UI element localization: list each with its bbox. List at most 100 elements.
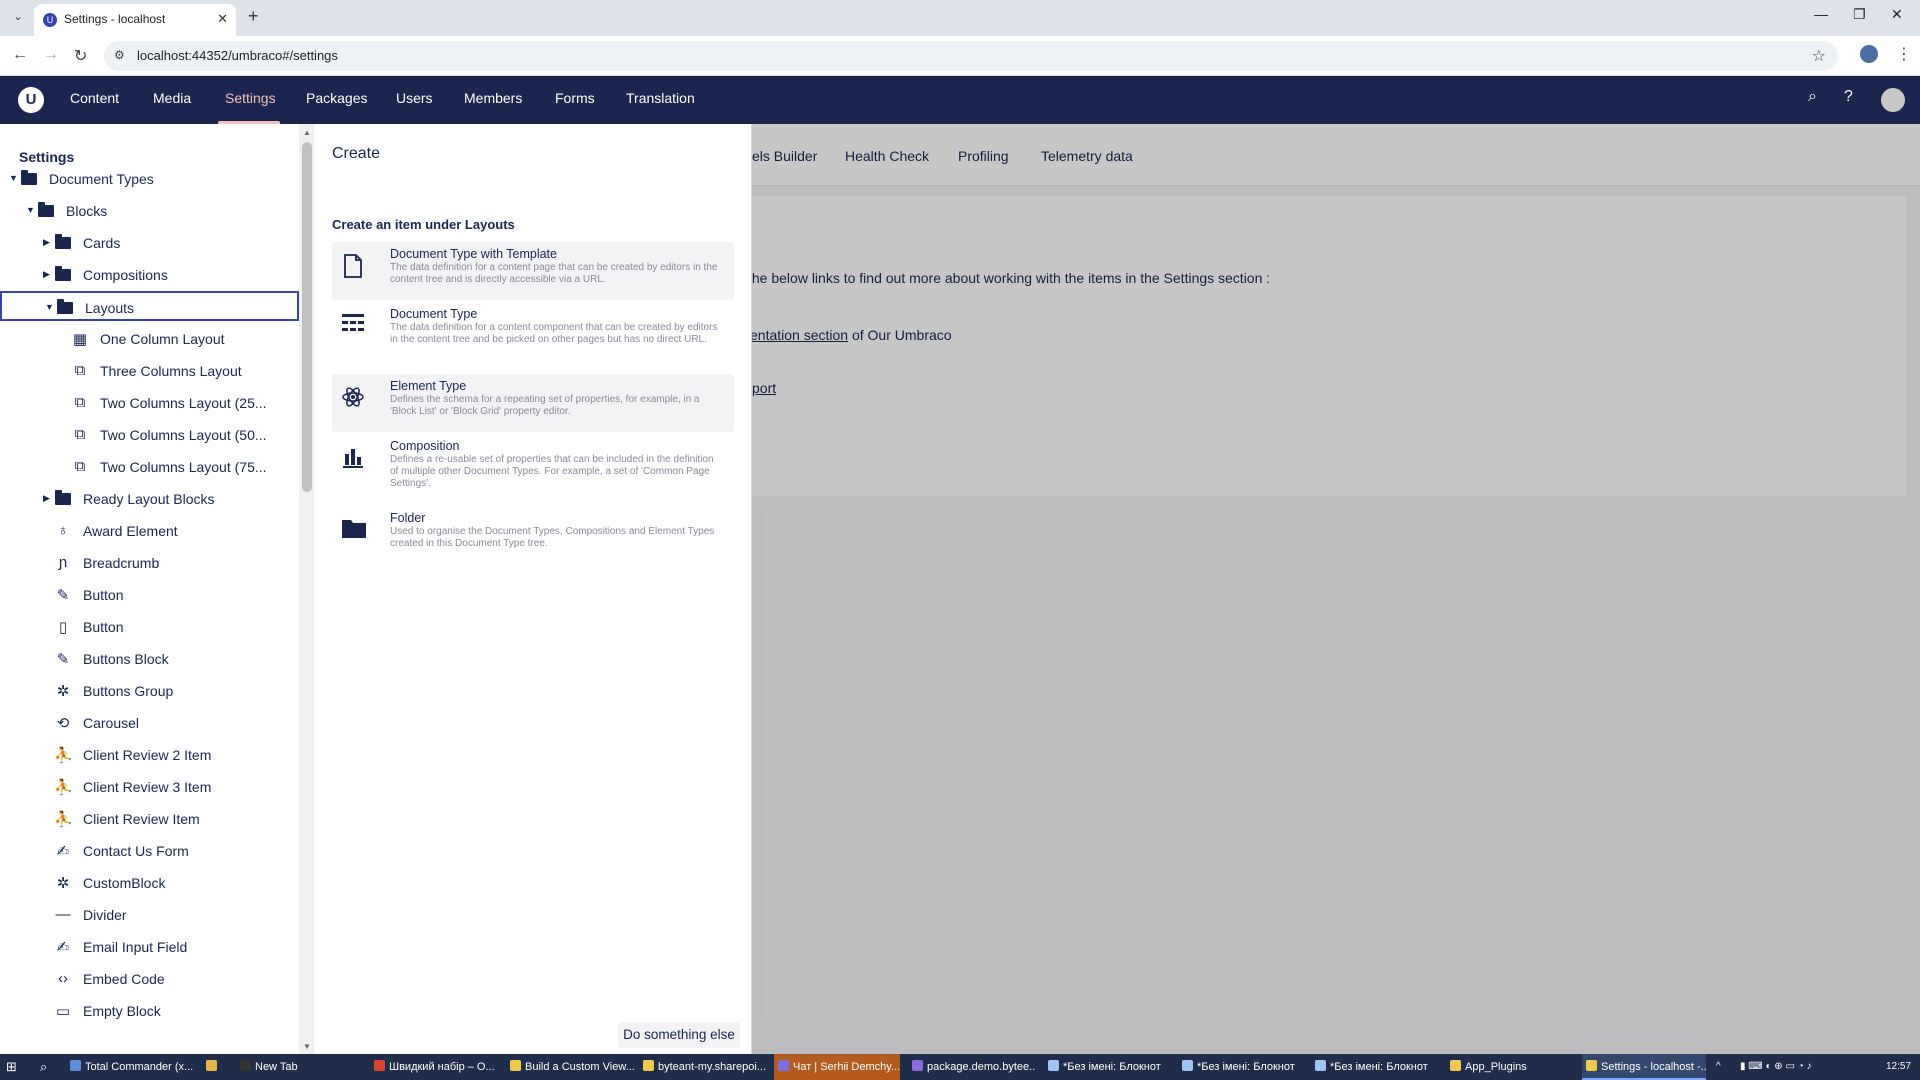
section-media[interactable]: Media — [153, 90, 191, 106]
taskbar-item[interactable]: Чат | Serhii Demchy... — [774, 1054, 900, 1080]
close-window-icon[interactable]: ✕ — [1891, 6, 1903, 23]
tree-item[interactable]: ⛹ Client Review 2 Item — [0, 740, 300, 770]
taskbar-item-label: App_Plugins — [1465, 1061, 1527, 1073]
taskbar-item[interactable]: package.demo.bytee... — [912, 1054, 1036, 1080]
tree-item[interactable]: ✎ Button — [0, 580, 300, 610]
tree-item[interactable]: ♁ Award Element — [0, 516, 300, 546]
clock[interactable]: 12:57 — [1886, 1054, 1911, 1080]
create-folder[interactable]: Folder Used to organise the Document Typ… — [332, 506, 734, 562]
tree-item[interactable]: ▭ Empty Block — [0, 996, 300, 1026]
atom-icon: ✲ — [56, 683, 70, 700]
tree-item[interactable]: ⟲ Carousel — [0, 708, 300, 738]
tab-list-icon[interactable]: ⌄ — [8, 7, 28, 27]
tree-item-label: Document Types — [49, 171, 154, 187]
taskbar-item[interactable]: byteant-my.sharepoi... — [643, 1054, 767, 1080]
tree-item[interactable]: ⛹ Client Review Item — [0, 804, 300, 834]
tray-chevron-icon[interactable]: ^ — [1716, 1054, 1721, 1080]
overlay-backdrop[interactable] — [752, 124, 1920, 1054]
tree-item[interactable]: ▶ Cards — [0, 228, 300, 258]
tree-item[interactable]: ▼ Blocks — [0, 196, 300, 226]
section-members[interactable]: Members — [464, 90, 522, 106]
windows-taskbar: ⊞ ⌕ Total Commander (x... New Tab Швидки… — [0, 1054, 1920, 1080]
section-translation[interactable]: Translation — [626, 90, 695, 106]
tree-item[interactable]: — Divider — [0, 900, 300, 930]
tree-item[interactable]: ✍ Contact Us Form — [0, 836, 300, 866]
tree-item[interactable]: ⧉ Two Columns Layout (50... — [0, 420, 300, 450]
do-something-else-button[interactable]: Do something else — [618, 1022, 740, 1048]
browser-tab[interactable]: U Settings - localhost ✕ — [34, 4, 236, 36]
search-icon[interactable]: ⌕ — [1808, 88, 1817, 106]
taskbar-item[interactable]: Швидкий набір – О... — [374, 1054, 498, 1080]
umbraco-logo-icon[interactable]: U — [18, 87, 44, 113]
restore-icon[interactable]: ❐ — [1853, 6, 1866, 23]
section-packages[interactable]: Packages — [306, 90, 367, 106]
taskbar-item[interactable]: App_Plugins — [1450, 1054, 1574, 1080]
site-info-icon[interactable]: ⚙ — [114, 48, 125, 62]
taskbar-item[interactable]: Settings - localhost -... — [1582, 1054, 1706, 1080]
url-text[interactable]: localhost:44352/umbraco#/settings — [137, 48, 338, 63]
reload-icon[interactable]: ↻ — [74, 46, 87, 66]
back-icon[interactable]: ← — [12, 46, 28, 64]
tree-item[interactable]: ▼ Document Types — [0, 164, 300, 194]
taskbar-item[interactable]: New Tab — [240, 1054, 364, 1080]
caret-right-icon[interactable]: ▶ — [43, 493, 50, 504]
tree-item[interactable]: ▯ Button — [0, 612, 300, 642]
taskbar-item[interactable]: Total Commander (x... — [70, 1054, 194, 1080]
taskbar-item[interactable]: Build a Custom View... — [510, 1054, 634, 1080]
avatar[interactable] — [1881, 88, 1905, 112]
tree-scroll-thumb[interactable] — [302, 142, 312, 492]
caret-right-icon[interactable]: ▶ — [43, 269, 50, 280]
new-tab-icon[interactable]: + — [248, 6, 259, 27]
section-forms[interactable]: Forms — [555, 90, 595, 106]
close-tab-icon[interactable]: ✕ — [217, 11, 228, 27]
taskbar-item[interactable]: *Без імені: Блокнот — [1048, 1054, 1172, 1080]
tree-item[interactable]: ✍ Email Input Field — [0, 932, 300, 962]
tree-item-label: Breadcrumb — [83, 555, 160, 571]
forward-icon[interactable]: → — [43, 46, 59, 64]
calculator-icon: ▦ — [72, 331, 88, 348]
tree-item-label: Email Input Field — [83, 939, 188, 955]
url-field[interactable]: ⚙ localhost:44352/umbraco#/settings ☆ — [104, 41, 1838, 71]
tree-item[interactable]: ✲ CustomBlock — [0, 868, 300, 898]
caret-down-icon[interactable]: ▼ — [9, 173, 18, 183]
tree-item-label: Client Review 3 Item — [83, 779, 212, 795]
minimize-icon[interactable]: — — [1814, 6, 1828, 22]
tree-item[interactable]: ▶ Compositions — [0, 260, 300, 290]
tree-item[interactable]: ‹› Embed Code — [0, 964, 300, 994]
create-document-type[interactable]: Document Type The data definition for a … — [332, 302, 734, 370]
create-document-type-with-template[interactable]: Document Type with Template The data def… — [332, 242, 734, 300]
help-icon[interactable]: ? — [1844, 88, 1853, 106]
tree-heading: Settings — [19, 149, 75, 165]
tree-item[interactable]: ✎ Buttons Block — [0, 644, 300, 674]
bookmark-star-icon[interactable]: ☆ — [1812, 46, 1826, 66]
taskbar-app-icon[interactable] — [206, 1054, 226, 1080]
section-content[interactable]: Content — [70, 90, 119, 106]
scroll-down-arrow-icon[interactable]: ▼ — [303, 1042, 311, 1051]
tree-item[interactable]: ▦ One Column Layout — [0, 324, 300, 354]
caret-down-icon[interactable]: ▼ — [26, 205, 35, 215]
taskbar-search-icon[interactable]: ⌕ — [40, 1054, 60, 1080]
tree-item[interactable]: ⧉ Three Columns Layout — [0, 356, 300, 386]
scroll-up-arrow-icon[interactable]: ▲ — [303, 128, 311, 137]
notepad-icon — [1182, 1060, 1193, 1071]
tree-item[interactable]: ▼ Layouts — [0, 291, 299, 321]
caret-down-icon[interactable]: ▼ — [45, 302, 54, 312]
browser-menu-icon[interactable]: ⋮ — [1896, 44, 1912, 64]
tree-item[interactable]: ▶ Ready Layout Blocks — [0, 484, 300, 514]
taskbar-item[interactable]: *Без імені: Блокнот — [1315, 1054, 1439, 1080]
tree-item-label: Client Review Item — [83, 811, 200, 827]
create-element-type[interactable]: Element Type Defines the schema for a re… — [332, 374, 734, 432]
tree-item[interactable]: ⛹ Client Review 3 Item — [0, 772, 300, 802]
section-settings[interactable]: Settings — [225, 90, 276, 106]
profile-icon[interactable] — [1860, 45, 1878, 63]
tree-item[interactable]: ɲ Breadcrumb — [0, 548, 300, 578]
tree-item[interactable]: ⧉ Two Columns Layout (75... — [0, 452, 300, 482]
create-composition[interactable]: Composition Defines a re-usable set of p… — [332, 434, 734, 502]
tree-item[interactable]: ✲ Buttons Group — [0, 676, 300, 706]
tree-item[interactable]: ⧉ Two Columns Layout (25... — [0, 388, 300, 418]
book-icon: ⧉ — [74, 426, 86, 443]
taskbar-item[interactable]: *Без імені: Блокнот — [1182, 1054, 1306, 1080]
windows-start-icon[interactable]: ⊞ — [6, 1054, 26, 1080]
caret-right-icon[interactable]: ▶ — [43, 237, 50, 248]
section-users[interactable]: Users — [396, 90, 433, 106]
